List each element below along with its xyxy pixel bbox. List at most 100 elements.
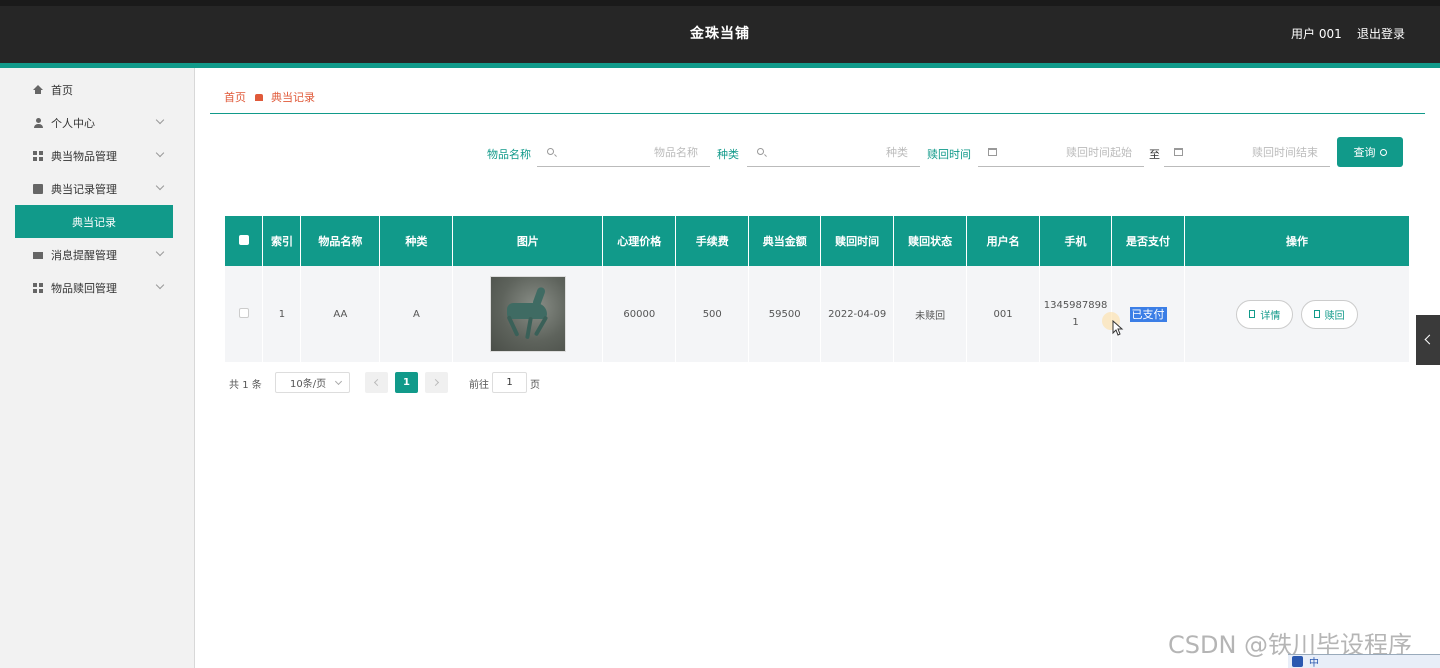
- redeem-end-field: [1164, 138, 1330, 167]
- sidebar-item-redeem[interactable]: 物品赎回管理: [15, 271, 173, 304]
- prev-page-button[interactable]: [365, 372, 388, 393]
- type-filter-label: 种类: [717, 148, 739, 161]
- chevron-down-icon: [155, 181, 165, 191]
- type-filter-field: [747, 138, 920, 167]
- document-icon: [33, 183, 43, 194]
- query-button-label: 查询: [1353, 146, 1376, 159]
- calendar-icon: [1174, 148, 1183, 156]
- chevron-down-icon: [334, 377, 343, 386]
- column-header: 典当金额: [748, 216, 822, 266]
- redeem-start-input[interactable]: [978, 138, 1144, 166]
- column-header: 操作: [1184, 216, 1410, 266]
- column-header: 赎回状态: [893, 216, 968, 266]
- name-filter-input[interactable]: [537, 138, 710, 166]
- type-filter-input[interactable]: [747, 138, 920, 166]
- next-page-button[interactable]: [425, 372, 448, 393]
- breadcrumb: 首页 典当记录: [224, 89, 315, 105]
- logout-link[interactable]: 退出登录: [1357, 25, 1405, 42]
- collapse-panel-button[interactable]: [1416, 315, 1440, 365]
- user-icon: [33, 117, 43, 128]
- select-all-header: [225, 216, 264, 266]
- amount-cell: 59500: [748, 266, 822, 362]
- query-button[interactable]: 查询: [1337, 137, 1403, 167]
- app-header: 金珠当铺 用户 001 退出登录: [0, 6, 1440, 63]
- total-suffix: 条: [251, 380, 262, 391]
- range-separator: 至: [1149, 148, 1160, 161]
- records-table: 索引 物品名称 种类 图片 心理价格 手续费 典当金额 赎回时间 赎回状态 用户…: [225, 216, 1410, 362]
- column-header: 种类: [379, 216, 454, 266]
- phone-line: 1345987898: [1043, 300, 1108, 311]
- paid-cell: 已支付: [1111, 266, 1185, 362]
- breadcrumb-home[interactable]: 首页: [224, 89, 246, 105]
- current-page[interactable]: 1: [395, 372, 418, 393]
- pagination-total: 共 1 条: [229, 376, 262, 391]
- name-cell: AA: [300, 266, 381, 362]
- search-icon: [1379, 148, 1387, 156]
- table-row: 1 AA A 60000 500 59500 2022-04-09 未赎回 00…: [225, 266, 1410, 362]
- sidebar-item-home[interactable]: 首页: [15, 73, 173, 106]
- ime-logo-icon: [1292, 656, 1303, 667]
- breadcrumb-current: 典当记录: [271, 91, 315, 104]
- column-header: 用户名: [966, 216, 1041, 266]
- column-header: 心理价格: [602, 216, 677, 266]
- page-size-value: 10条/页: [290, 379, 327, 390]
- type-cell: A: [379, 266, 454, 362]
- phone-cell: 1345987898 1: [1039, 266, 1113, 362]
- sidebar-subitem-pawn-record[interactable]: 典当记录: [15, 205, 173, 238]
- column-header: 图片: [452, 216, 604, 266]
- sidebar-item-profile[interactable]: 个人中心: [15, 106, 173, 139]
- header-accent-line: [0, 63, 1440, 68]
- mouse-pointer-icon: [1112, 320, 1124, 336]
- grid-icon: [33, 150, 43, 161]
- message-icon: [33, 252, 43, 259]
- redeem-button-label: 赎回: [1324, 310, 1345, 322]
- name-filter-field: [537, 138, 710, 167]
- sidebar: 首页 个人中心 典当物品管理 典当记录管理 典当记录 消息提醒管理 物品赎回管理: [0, 68, 195, 668]
- sidebar-item-label: 典当记录管理: [51, 182, 117, 196]
- sidebar-item-label: 典当物品管理: [51, 149, 117, 163]
- redeem-time-label: 赎回时间: [927, 148, 971, 161]
- sidebar-item-pawn-items[interactable]: 典当物品管理: [15, 139, 173, 172]
- page-unit-label: 页: [530, 380, 540, 391]
- image-cell: [452, 266, 604, 362]
- sidebar-item-label: 首页: [51, 83, 73, 97]
- actions-cell: 详情 赎回: [1184, 266, 1410, 362]
- sidebar-item-messages[interactable]: 消息提醒管理: [15, 238, 173, 271]
- column-header: 物品名称: [300, 216, 381, 266]
- breadcrumb-divider: [210, 113, 1425, 114]
- ime-toolbar: 中: [1288, 654, 1440, 668]
- ime-mode[interactable]: 中: [1309, 654, 1319, 668]
- column-header: 索引: [262, 216, 302, 266]
- username-cell: 001: [966, 266, 1041, 362]
- app-title: 金珠当铺: [690, 26, 750, 42]
- select-all-checkbox[interactable]: [238, 234, 249, 245]
- redeem-end-input[interactable]: [1164, 138, 1330, 166]
- document-icon: [1313, 310, 1320, 318]
- chevron-down-icon: [155, 247, 165, 257]
- home-icon: [33, 84, 43, 95]
- chevron-down-icon: [155, 148, 165, 158]
- redeem-button[interactable]: 赎回: [1300, 299, 1358, 329]
- total-count: 1: [242, 380, 249, 391]
- column-header: 手机: [1039, 216, 1113, 266]
- sidebar-item-label: 个人中心: [51, 116, 95, 130]
- document-icon: [1249, 310, 1256, 318]
- detail-button[interactable]: 详情: [1236, 299, 1294, 329]
- phone-line: 1: [1072, 317, 1079, 328]
- goto-page-input[interactable]: [492, 372, 527, 393]
- sidebar-item-label: 消息提醒管理: [51, 248, 117, 262]
- row-select-cell: [225, 266, 264, 362]
- fee-cell: 500: [675, 266, 750, 362]
- column-header: 是否支付: [1111, 216, 1185, 266]
- search-icon: [757, 148, 764, 155]
- grid-icon: [33, 282, 43, 293]
- calendar-icon: [988, 148, 997, 156]
- sidebar-item-pawn-records[interactable]: 典当记录管理: [15, 172, 173, 205]
- chevron-down-icon: [155, 280, 165, 290]
- item-thumbnail[interactable]: [489, 276, 566, 352]
- sidebar-item-label: 物品赎回管理: [51, 281, 117, 295]
- goto-label: 前往: [469, 380, 489, 391]
- page-size-select[interactable]: 10条/页: [275, 372, 350, 393]
- price-cell: 60000: [602, 266, 677, 362]
- row-checkbox[interactable]: [238, 307, 249, 318]
